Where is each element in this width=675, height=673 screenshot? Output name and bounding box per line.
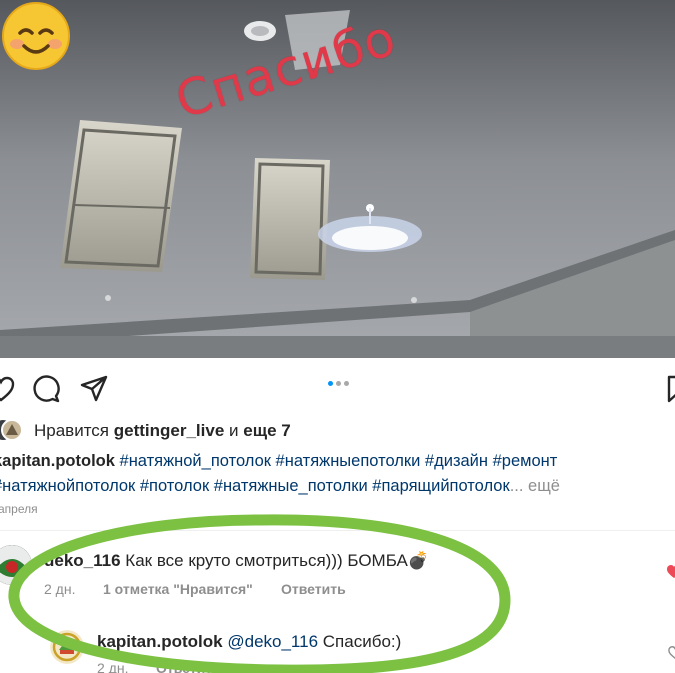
- comment-time: 2 дн.: [44, 581, 76, 597]
- reply-username[interactable]: kapitan.potolok: [97, 632, 223, 651]
- likes-text: Нравится gettinger_live и еще 7: [34, 421, 291, 441]
- carousel-indicator: [326, 380, 350, 388]
- post-date: апреля: [0, 502, 38, 516]
- reply-button[interactable]: Ответить: [281, 581, 346, 597]
- caption-hashtags[interactable]: #натяжной_потолок #натяжныепотолки #диза…: [120, 452, 558, 470]
- avatar[interactable]: [0, 545, 32, 585]
- share-icon[interactable]: [79, 374, 109, 404]
- comment-likes-label: 1 отметка "Нравится": [103, 581, 253, 597]
- reply-label: Ответить: [156, 660, 221, 673]
- reply-mention-link[interactable]: @deko_116: [227, 632, 318, 651]
- caption-line-2: #натяжнойпотолок #потолок #натяжные_пото…: [0, 474, 673, 499]
- reply-label: Ответить: [281, 581, 346, 597]
- likes-and: и: [229, 421, 239, 440]
- reply-body: Спасибо:): [322, 632, 402, 651]
- likes-others-link[interactable]: еще 7: [243, 421, 290, 440]
- reply-button[interactable]: Ответить: [156, 660, 221, 673]
- likes-prefix: Нравится: [34, 421, 110, 440]
- comment-likes-count[interactable]: 1 отметка "Нравится": [103, 581, 253, 597]
- comment-body: Как все круто смотриться))) БОМБА💣: [125, 551, 430, 570]
- likes-row[interactable]: Нравится gettinger_live и еще 7: [0, 418, 675, 444]
- caption-more-link[interactable]: ... ещё: [510, 477, 560, 495]
- bookmark-icon[interactable]: [664, 374, 675, 404]
- avatar[interactable]: [50, 630, 84, 664]
- caption-author[interactable]: kapitan.potolok: [0, 452, 115, 470]
- liker-avatar: [0, 419, 22, 441]
- caption-line-1: kapitan.potolok #натяжной_потолок #натяж…: [0, 449, 673, 474]
- reply-avatar-art: [50, 630, 84, 664]
- carousel-dot-active: [328, 381, 333, 386]
- reply-text-row: kapitan.potolok @deko_116 Спасибо:): [97, 632, 401, 652]
- caption-hashtags[interactable]: #натяжнойпотолок #потолок #натяжные_пото…: [0, 477, 510, 495]
- divider: [0, 530, 675, 531]
- likes-user-link[interactable]: gettinger_live: [114, 421, 225, 440]
- commenter-avatar-art: [0, 545, 32, 585]
- comment-username[interactable]: deko_116: [44, 551, 121, 570]
- reply-time: 2 дн.: [97, 660, 129, 673]
- comment-heart-icon[interactable]: [666, 563, 675, 579]
- post-photo[interactable]: Спасибо: [0, 0, 675, 358]
- carousel-dot: [344, 381, 349, 386]
- carousel-dot: [336, 381, 341, 386]
- comment-icon[interactable]: [31, 374, 61, 404]
- heart-icon[interactable]: [0, 374, 16, 404]
- smiling-face-emoji-icon: [2, 2, 70, 70]
- comment-text-row: deko_116 Как все круто смотриться))) БОМ…: [44, 551, 429, 571]
- post-caption: kapitan.potolok #натяжной_потолок #натяж…: [0, 449, 673, 499]
- post-action-bar: [0, 366, 675, 410]
- reply-heart-icon[interactable]: [668, 645, 675, 659]
